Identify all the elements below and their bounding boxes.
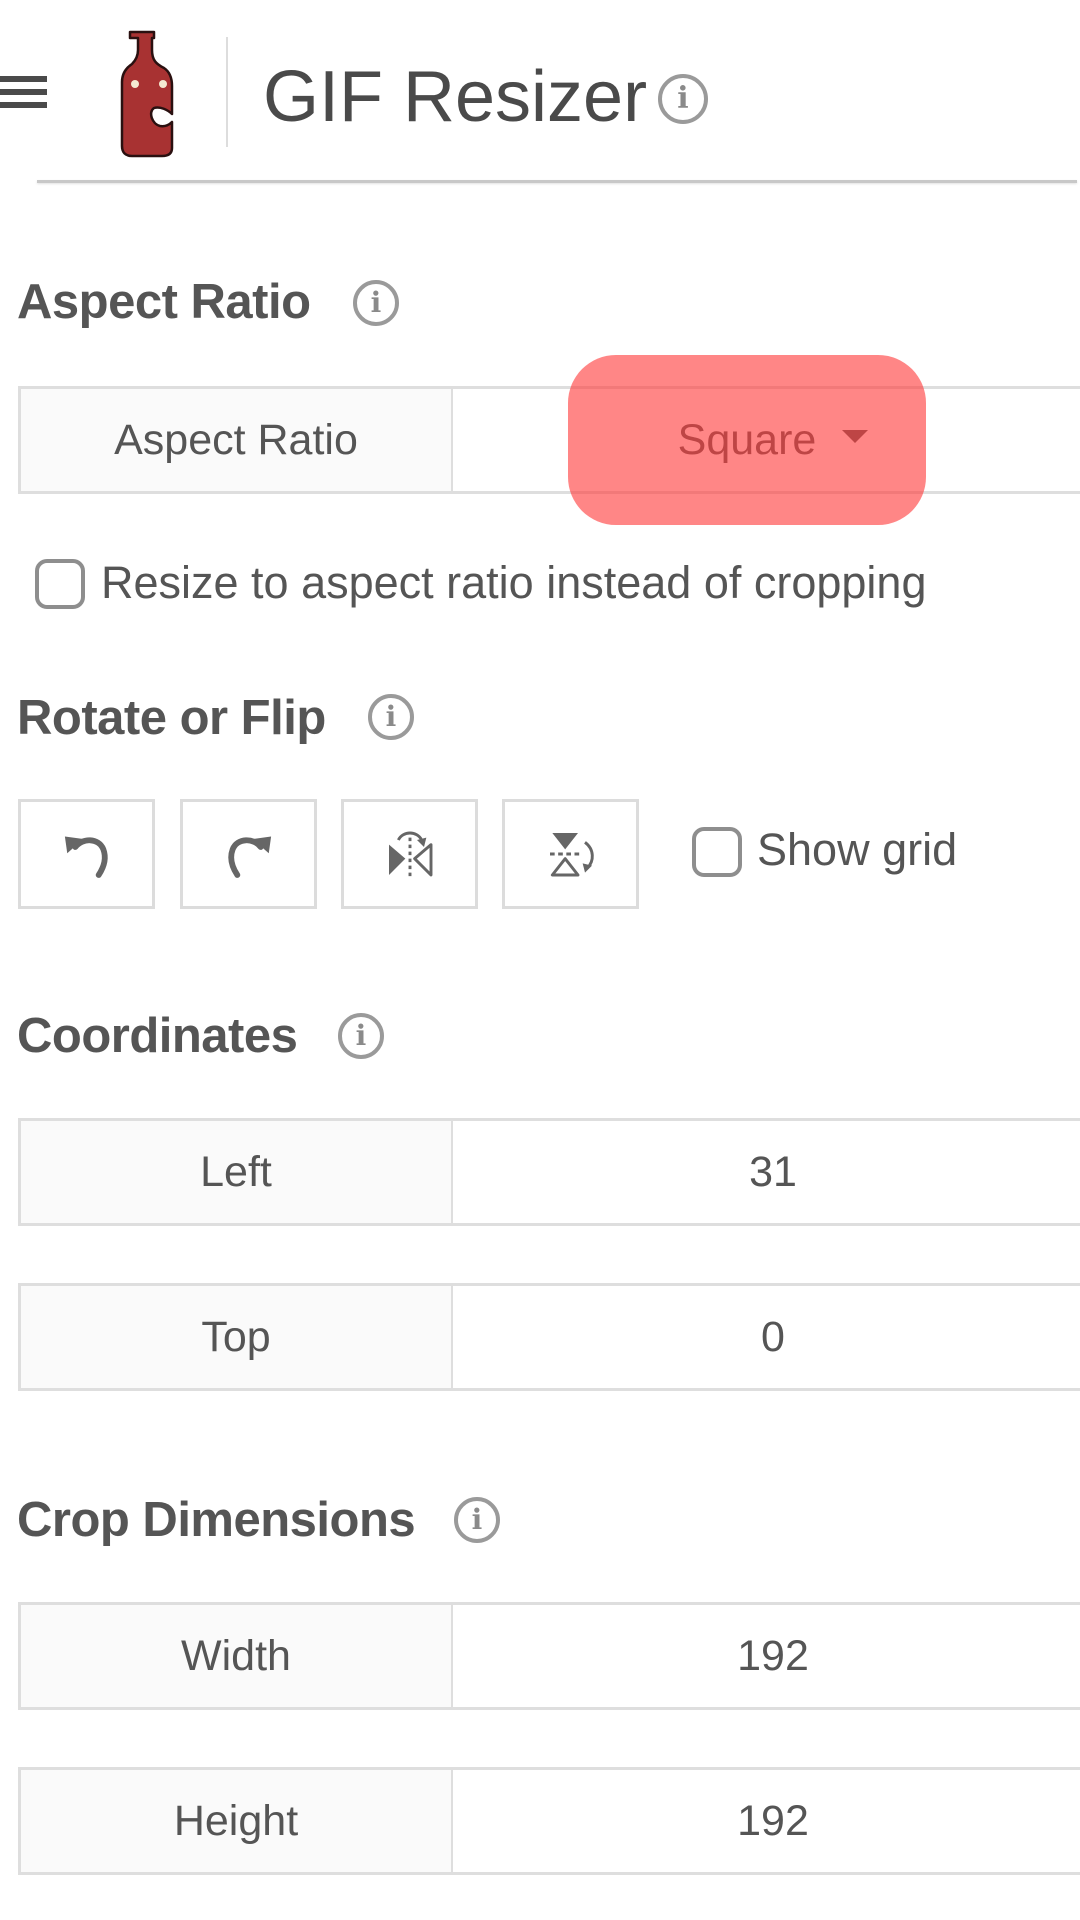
left-label: Left [18,1121,453,1223]
flip-vertical-icon [549,833,594,877]
width-input[interactable]: 192 [453,1605,1080,1707]
flip-vertical-button[interactable] [502,799,639,909]
info-icon[interactable]: i [658,74,708,124]
caret-down-icon [842,429,869,443]
header-underline [37,180,1077,183]
left-input[interactable]: 31 [453,1121,1080,1223]
info-icon[interactable]: i [368,694,414,740]
aspect-ratio-value: Square [677,415,817,464]
crop-row-height: Height 192 [18,1767,1080,1875]
resize-aspect-checkbox[interactable] [35,559,85,609]
info-icon[interactable]: i [353,280,399,326]
width-label: Width [18,1605,453,1707]
rotate-left-icon [64,836,108,878]
section-title-rotate-flip: Rotate or Flip [17,691,326,745]
section-title-aspect-ratio: Aspect Ratio [17,275,311,329]
app-title: GIF Resizer [263,57,648,137]
coordinate-row-left: Left 31 [18,1118,1080,1226]
show-grid-checkbox-label[interactable]: Show grid [757,822,957,878]
resize-aspect-checkbox-label[interactable]: Resize to aspect ratio instead of croppi… [101,555,926,611]
flip-horizontal-icon [388,831,432,878]
top-label: Top [18,1286,453,1388]
crop-row-width: Width 192 [18,1602,1080,1710]
aspect-ratio-label: Aspect Ratio [18,389,453,491]
aspect-ratio-row: Aspect Ratio Square [18,386,1080,494]
info-icon[interactable]: i [454,1497,500,1543]
header-divider [226,37,228,147]
rotate-left-button[interactable] [18,799,155,909]
height-label: Height [18,1770,453,1872]
top-input[interactable]: 0 [453,1286,1080,1388]
red-bottle-logo [118,30,176,160]
rotate-right-button[interactable] [180,799,317,909]
aspect-ratio-select[interactable]: Square [453,389,1080,491]
height-input[interactable]: 192 [453,1770,1080,1872]
info-icon[interactable]: i [338,1013,384,1059]
flip-horizontal-button[interactable] [341,799,478,909]
hamburger-menu-icon[interactable] [0,76,48,110]
show-grid-checkbox[interactable] [692,827,742,877]
section-title-crop-dimensions: Crop Dimensions [17,1493,416,1547]
coordinate-row-top: Top 0 [18,1283,1080,1391]
rotate-right-icon [227,836,271,878]
section-title-coordinates: Coordinates [17,1009,298,1063]
